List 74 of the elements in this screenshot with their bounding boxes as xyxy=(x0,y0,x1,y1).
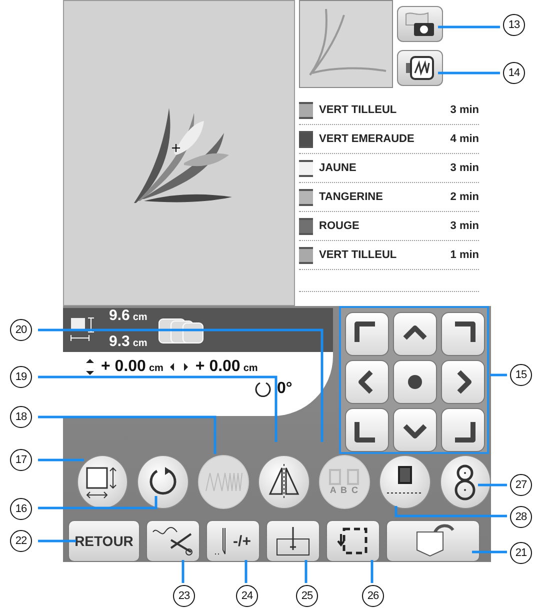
back-button[interactable]: RETOUR xyxy=(68,520,140,562)
thread-name: VERT TILLEUL xyxy=(319,104,398,116)
spools-icon xyxy=(327,469,362,485)
callout-number: 24 xyxy=(236,585,258,607)
thread-scissors-icon xyxy=(151,526,195,556)
callout-number: 16 xyxy=(10,498,32,520)
camera-icon xyxy=(404,11,436,37)
leader-line xyxy=(244,560,248,583)
thread-name: ROUGE xyxy=(319,220,360,232)
arrow-key[interactable] xyxy=(345,312,389,356)
thread-time: 3 min xyxy=(449,162,479,174)
callout-number: 25 xyxy=(296,585,318,607)
callout-number: 26 xyxy=(362,585,384,607)
center-dot-icon xyxy=(408,375,422,389)
leader-line xyxy=(182,560,184,583)
vertical-arrows-icon xyxy=(85,358,95,376)
leader-line xyxy=(438,72,500,74)
callout-number: 13 xyxy=(503,14,525,36)
rotation-angle: 0° xyxy=(277,380,292,398)
thread-time: 3 min xyxy=(449,220,479,232)
thread-time: 4 min xyxy=(449,133,479,145)
callout-number: 20 xyxy=(10,319,32,341)
callout-number: 15 xyxy=(510,364,532,386)
thread-time: 2 min xyxy=(449,191,479,203)
horizontal-offset: + 0.00 cm xyxy=(195,358,258,376)
horizontal-arrows-icon xyxy=(169,362,190,372)
rotate-icon xyxy=(255,381,271,397)
zigzag-icon xyxy=(204,471,244,493)
arrow-key[interactable] xyxy=(393,360,437,404)
callout-number: 14 xyxy=(503,62,525,84)
arrow-key[interactable] xyxy=(345,408,389,452)
arrow-key[interactable] xyxy=(393,312,437,356)
needle-adjust-button[interactable]: -/+ xyxy=(206,520,260,562)
hoop-button[interactable] xyxy=(397,50,443,86)
thread-name: JAUNE xyxy=(319,162,358,174)
arrow-key[interactable] xyxy=(393,408,437,452)
trim-button[interactable] xyxy=(146,520,200,562)
needle-adjust-label: -/+ xyxy=(233,532,251,550)
callout-number: 23 xyxy=(173,585,195,607)
arrow-key[interactable] xyxy=(345,360,389,404)
thread-name: VERT TILLEUL xyxy=(319,249,398,261)
leader-line xyxy=(38,458,84,462)
callout-number: 27 xyxy=(510,474,532,496)
thread-name: TANGERINE xyxy=(319,191,384,203)
vertical-offset: + 0.00 cm xyxy=(101,358,164,376)
leader-line xyxy=(370,560,374,583)
spool-letters: A B C xyxy=(330,485,359,495)
callout-number: 22 xyxy=(10,530,32,552)
leader-line xyxy=(38,540,76,542)
height-value: 9.6 cm xyxy=(109,307,148,326)
leader-line xyxy=(490,374,507,376)
arrow-key[interactable] xyxy=(441,312,485,356)
camera-button[interactable] xyxy=(397,6,443,42)
leader-line xyxy=(478,484,507,486)
callout-number: 19 xyxy=(10,366,32,388)
figure-eight-icon xyxy=(453,463,478,501)
leader-line xyxy=(304,560,308,583)
callout-number: 21 xyxy=(510,542,532,564)
pocket-button[interactable] xyxy=(386,520,480,562)
leader-line xyxy=(472,550,507,554)
thread-time: 1 min xyxy=(449,249,479,261)
width-value: 9.3 cm xyxy=(109,333,148,352)
trial-button[interactable] xyxy=(326,520,380,562)
callout-number: 28 xyxy=(510,506,532,528)
callout-number: 17 xyxy=(10,449,32,471)
arrow-key[interactable] xyxy=(441,360,485,404)
trial-frame-icon xyxy=(336,526,370,556)
embroidery-frame-icon xyxy=(404,55,436,81)
arrow-key[interactable] xyxy=(441,408,485,452)
thread-name: VERT EMERAUDE xyxy=(319,133,416,145)
thread-time: 3 min xyxy=(449,104,479,116)
leader-line xyxy=(438,26,500,28)
callout-number: 18 xyxy=(10,406,32,428)
needle-position-button[interactable] xyxy=(266,520,320,562)
